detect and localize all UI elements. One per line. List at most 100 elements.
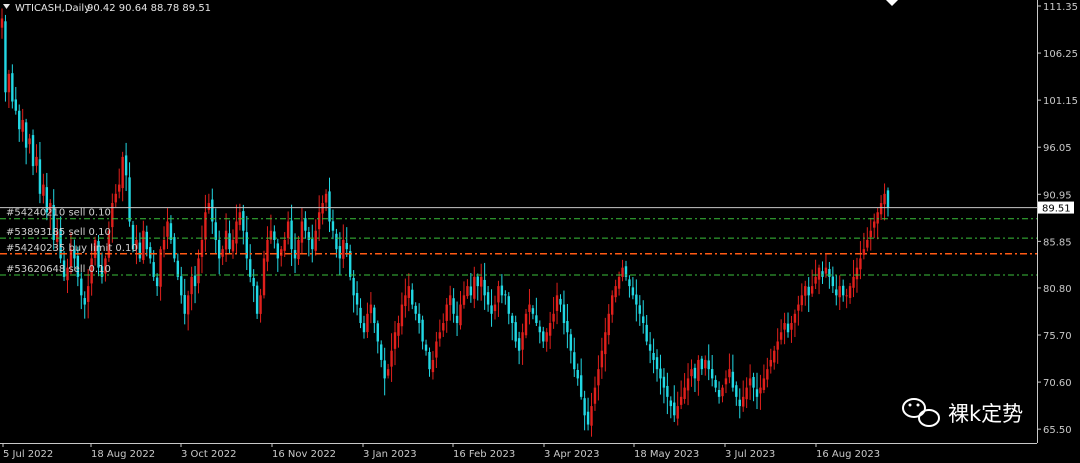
- x-tick-label: 3 Apr 2023: [544, 449, 599, 460]
- candle: [383, 347, 386, 396]
- candle: [83, 291, 86, 319]
- candle-body: [679, 396, 683, 405]
- candle: [490, 289, 493, 327]
- order-label[interactable]: #53620648 sell 0.10: [6, 264, 111, 275]
- y-tick-label: 90.95: [1043, 190, 1072, 201]
- candle: [507, 292, 510, 325]
- shift-marker-icon[interactable]: [886, 0, 898, 6]
- candle: [873, 213, 876, 239]
- candle: [245, 215, 248, 271]
- candle-body: [435, 341, 438, 358]
- candle: [211, 188, 214, 234]
- candle: [438, 319, 442, 347]
- candle: [407, 273, 411, 312]
- candle: [776, 328, 779, 364]
- candle: [397, 315, 400, 348]
- candle-body: [755, 389, 759, 397]
- candle: [569, 328, 573, 364]
- candle: [652, 338, 655, 374]
- candle-body: [355, 293, 359, 305]
- candle-body: [31, 135, 35, 167]
- candle-body: [224, 230, 228, 250]
- order-label[interactable]: #54240235 buy limit 0.10: [6, 243, 138, 254]
- y-tick-label: 65.50: [1043, 425, 1072, 436]
- candle-body: [717, 389, 721, 397]
- candle: [483, 262, 486, 310]
- candle: [524, 309, 528, 339]
- candle-body: [462, 295, 466, 305]
- candle: [807, 277, 810, 313]
- candle: [307, 226, 311, 257]
- candle-body: [162, 239, 166, 250]
- candle-body: [273, 231, 276, 240]
- candle: [259, 288, 262, 323]
- candle: [835, 275, 838, 306]
- candle: [197, 249, 200, 294]
- candle-body: [311, 239, 314, 250]
- x-tick-label: 16 Nov 2022: [272, 449, 336, 460]
- candle-body: [390, 350, 393, 367]
- watermark-text: 裸k定势: [948, 402, 1023, 426]
- candle: [486, 286, 490, 312]
- candle: [14, 86, 17, 115]
- candle: [800, 283, 804, 312]
- candle: [735, 381, 738, 406]
- candle: [514, 315, 517, 348]
- price-chart[interactable]: #54240210 sell 0.10 #53893185 sell 0.10 #5…: [0, 0, 1080, 463]
- candle-body: [317, 212, 321, 230]
- candle-body: [583, 398, 586, 416]
- candle: [638, 295, 641, 326]
- candle-body: [545, 332, 548, 342]
- candle: [455, 301, 459, 337]
- candle: [166, 208, 169, 249]
- candle: [624, 260, 628, 281]
- candle-body: [28, 138, 31, 145]
- candle: [173, 233, 176, 263]
- candle: [738, 388, 741, 419]
- candle: [207, 193, 211, 214]
- candle: [42, 173, 45, 204]
- order-label[interactable]: #53893185 sell 0.10: [6, 227, 111, 238]
- candle: [266, 226, 269, 272]
- candle: [400, 292, 404, 335]
- candle: [290, 204, 293, 266]
- candle: [614, 279, 617, 303]
- candle-body: [731, 371, 735, 388]
- candle: [748, 364, 752, 400]
- candle-body: [783, 323, 786, 330]
- candle-body: [693, 367, 697, 379]
- candle: [59, 216, 62, 264]
- candle: [124, 142, 128, 191]
- candle-body: [42, 184, 45, 196]
- candle-body: [338, 246, 342, 259]
- candle-body: [648, 344, 652, 351]
- candle: [255, 281, 259, 319]
- candle-body: [762, 378, 766, 390]
- candle: [479, 263, 483, 301]
- candle-body: [242, 211, 245, 231]
- candle: [852, 259, 855, 298]
- candle-body: [779, 332, 783, 340]
- candle-body: [869, 230, 872, 238]
- candle: [511, 312, 514, 341]
- candle-body: [166, 221, 169, 237]
- candle: [352, 270, 355, 313]
- candle-body: [345, 243, 348, 250]
- candle-body: [304, 218, 307, 231]
- candle-body: [442, 323, 445, 331]
- candle: [369, 292, 373, 324]
- candle: [583, 390, 586, 431]
- y-tick-label: 101.15: [1043, 96, 1078, 107]
- candle-body: [804, 286, 807, 296]
- candle-body: [524, 313, 528, 336]
- candle-body: [121, 156, 124, 189]
- candle: [666, 372, 669, 415]
- order-label[interactable]: #54240210 sell 0.10: [6, 208, 111, 219]
- candle-body: [124, 155, 128, 176]
- candle-body: [859, 258, 862, 270]
- symbol-menu-icon[interactable]: [3, 4, 10, 9]
- candle: [328, 177, 331, 233]
- candle-body: [607, 313, 610, 336]
- candle: [859, 241, 862, 280]
- y-tick-label: 96.05: [1043, 143, 1072, 154]
